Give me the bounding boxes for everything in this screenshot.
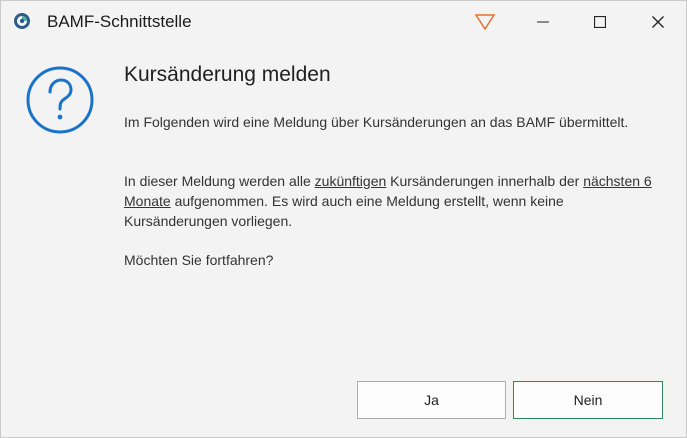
details-text: In dieser Meldung werden alle zukünftige… <box>124 171 664 231</box>
details-text-part-3: aufgenommen. Es wird auch eine Meldung e… <box>124 193 564 229</box>
emphasis-future: zukünftigen <box>314 173 387 189</box>
details-text-part-1: In dieser Meldung werden alle <box>124 173 315 189</box>
close-icon <box>652 16 664 28</box>
maximize-button[interactable] <box>577 1 623 43</box>
minimize-icon <box>537 21 549 23</box>
details-text-part-2: Kursänderungen innerhalb der <box>386 173 584 189</box>
dialog-heading: Kursänderung melden <box>124 63 331 86</box>
filter-button[interactable] <box>462 1 508 43</box>
no-button[interactable]: Nein <box>513 381 663 419</box>
confirm-question: Möchten Sie fortfahren? <box>124 252 274 268</box>
maximize-icon <box>594 16 606 28</box>
dialog-window: BAMF-Schnittstelle Kursänderung melden I… <box>0 0 687 438</box>
close-button[interactable] <box>635 1 681 43</box>
filter-triangle-icon <box>474 14 496 31</box>
minimize-button[interactable] <box>520 1 566 43</box>
question-icon <box>26 66 94 134</box>
yes-button[interactable]: Ja <box>357 381 506 419</box>
window-title: BAMF-Schnittstelle <box>47 12 192 31</box>
intro-text: Im Folgenden wird eine Meldung über Kurs… <box>124 114 629 130</box>
app-logo-icon <box>14 13 30 29</box>
title-bar: BAMF-Schnittstelle <box>1 1 686 43</box>
